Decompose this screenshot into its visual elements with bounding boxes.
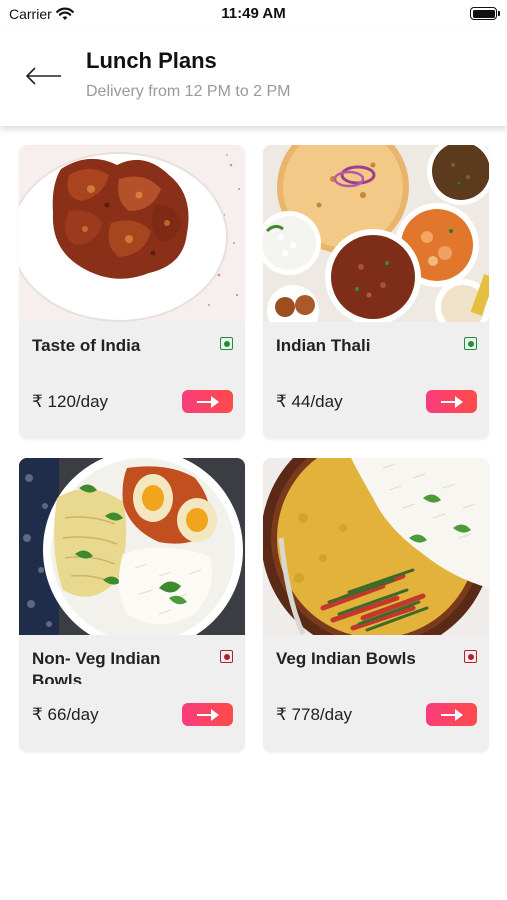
- veg-icon: [220, 337, 233, 350]
- page-header: Lunch Plans Delivery from 12 PM to 2 PM: [0, 30, 507, 126]
- arrow-right-icon: [196, 708, 219, 721]
- plans-grid: Taste of India ₹ 120/day Indian Thali ₹ …: [19, 145, 489, 752]
- plan-title: Non- Veg Indian Bowls: [32, 649, 161, 684]
- status-bar: Carrier 11:49 AM: [0, 0, 507, 30]
- non-veg-icon: [464, 650, 477, 663]
- arrow-right-icon: [196, 395, 219, 408]
- plan-price: ₹ 66/day: [32, 705, 99, 724]
- arrow-right-icon: [440, 395, 463, 408]
- veg-icon: [464, 337, 477, 350]
- view-plan-button[interactable]: [426, 703, 477, 726]
- arrow-right-icon: [440, 708, 463, 721]
- plan-card[interactable]: Taste of India ₹ 120/day: [19, 145, 245, 439]
- plan-price: ₹ 778/day: [276, 705, 353, 724]
- page-title: Lunch Plans: [86, 48, 217, 73]
- non-veg-icon: [220, 650, 233, 663]
- plan-image-dal-rice-bowl: [263, 458, 489, 635]
- back-button[interactable]: [24, 64, 64, 88]
- arrow-left-icon: [25, 67, 61, 85]
- plan-image-chicken-curry: [19, 145, 245, 322]
- plan-card[interactable]: Non- Veg Indian Bowls ₹ 66/day: [19, 458, 245, 752]
- plan-title: Veg Indian Bowls: [276, 649, 416, 668]
- plan-card[interactable]: Indian Thali ₹ 44/day: [263, 145, 489, 439]
- page-subtitle: Delivery from 12 PM to 2 PM: [86, 83, 291, 100]
- battery-full-icon: [470, 7, 500, 20]
- plan-price: ₹ 120/day: [32, 392, 109, 411]
- plan-image-egg-curry: [19, 458, 245, 635]
- view-plan-button[interactable]: [182, 703, 233, 726]
- plan-price: ₹ 44/day: [276, 392, 343, 411]
- view-plan-button[interactable]: [426, 390, 477, 413]
- plan-title: Taste of India: [32, 336, 141, 355]
- plan-image-indian-thali: [263, 145, 489, 322]
- plan-card[interactable]: Veg Indian Bowls ₹ 778/day: [263, 458, 489, 752]
- view-plan-button[interactable]: [182, 390, 233, 413]
- plan-title: Indian Thali: [276, 336, 371, 355]
- clock: 11:49 AM: [221, 5, 286, 22]
